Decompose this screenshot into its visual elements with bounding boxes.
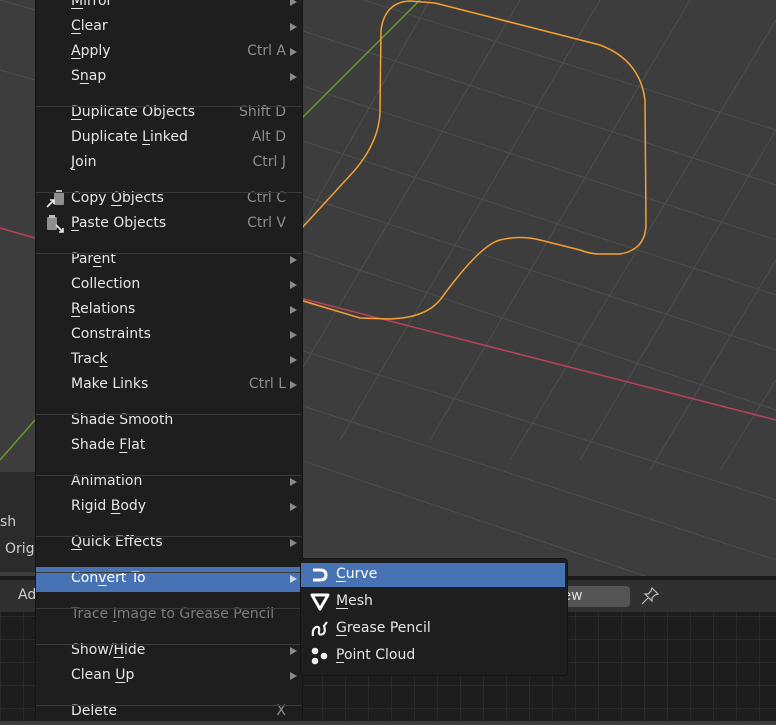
menu-item-label: Mirror xyxy=(71,0,113,9)
menu-item-label: Paste Objects xyxy=(71,215,167,231)
menu-item-quick-effects[interactable]: Quick Effects xyxy=(36,531,302,556)
submenu-arrow-icon xyxy=(290,306,297,314)
menu-item-mirror[interactable]: Mirror xyxy=(36,0,302,15)
menu-item-snap[interactable]: Snap xyxy=(36,65,302,90)
menu-item-shortcut: Ctrl J xyxy=(252,154,287,170)
menu-item-track[interactable]: Track xyxy=(36,348,302,373)
menu-item-constraints[interactable]: Constraints xyxy=(36,323,302,348)
convert-to-mesh[interactable]: Mesh xyxy=(301,590,565,614)
submenu-item-label: Curve xyxy=(336,566,378,582)
submenu-arrow-icon xyxy=(290,478,297,486)
submenu-item-label: Mesh xyxy=(336,593,373,609)
menu-item-shortcut: Alt D xyxy=(251,129,286,145)
menu-item-label: Collection xyxy=(71,276,141,292)
menu-item-label: Constraints xyxy=(71,326,151,342)
menu-separator xyxy=(36,475,302,476)
menu-item-trace-image-to-grease-pencil: Trace Image to Grease Pencil xyxy=(36,603,302,628)
submenu-arrow-icon xyxy=(290,503,297,511)
menu-item-label: Snap xyxy=(71,68,107,84)
menu-item-label: Duplicate Linked xyxy=(71,129,188,145)
convert-to-grease-pencil[interactable]: Grease Pencil xyxy=(301,617,565,641)
menu-item-copy-objects[interactable]: Copy Objects Ctrl C xyxy=(36,187,302,212)
y-axis-line-left xyxy=(0,419,36,461)
menu-separator xyxy=(36,536,302,537)
submenu-arrow-icon xyxy=(290,256,297,264)
menu-item-label: Clear xyxy=(71,18,108,34)
menu-item-shade-flat[interactable]: Shade Flat xyxy=(36,434,302,459)
menu-item-apply[interactable]: Apply Ctrl A xyxy=(36,40,302,65)
y-axis-line xyxy=(299,0,421,121)
menu-separator xyxy=(36,253,302,254)
submenu-arrow-icon xyxy=(290,381,297,389)
menu-separator xyxy=(36,608,302,609)
menu-item-label: Rigid Body xyxy=(71,498,147,514)
menu-item-duplicate-objects[interactable]: Duplicate Objects Shift D xyxy=(36,101,302,126)
menu-item-duplicate-linked[interactable]: Duplicate Linked Alt D xyxy=(36,126,302,151)
menu-separator xyxy=(36,192,302,193)
submenu-arrow-icon xyxy=(290,281,297,289)
submenu-arrow-icon xyxy=(290,73,297,81)
paste-icon xyxy=(45,214,67,234)
menu-item-show-hide[interactable]: Show/Hide xyxy=(36,639,302,664)
menu-item-clean-up[interactable]: Clean Up xyxy=(36,664,302,689)
submenu-arrow-icon xyxy=(290,575,297,583)
submenu-arrow-icon xyxy=(290,0,297,6)
point-cloud-icon xyxy=(310,646,330,666)
menu-item-label: Join xyxy=(71,154,97,170)
submenu-item-label: Grease Pencil xyxy=(336,620,431,636)
menu-item-label: Shade Flat xyxy=(71,437,146,453)
menu-separator xyxy=(36,414,302,415)
menu-item-label: Make Links xyxy=(71,376,149,392)
x-axis-line xyxy=(299,297,776,421)
menu-item-shortcut: Ctrl V xyxy=(247,215,286,231)
menu-item-shade-smooth[interactable]: Shade Smooth xyxy=(36,409,302,434)
curve-icon xyxy=(310,565,330,585)
menu-item-label: Relations xyxy=(71,301,136,317)
menu-item-convert-to[interactable]: Convert To xyxy=(36,567,302,592)
convert-to-submenu: Curve Mesh Grease Pencil Point Cloud xyxy=(300,558,568,676)
menu-separator xyxy=(36,572,302,573)
menu-item-label: Clean Up xyxy=(71,667,135,683)
submenu-arrow-icon xyxy=(290,672,297,680)
menu-item-relations[interactable]: Relations xyxy=(36,298,302,323)
object-context-menu: Mirror Clear Apply Ctrl A Snap Duplicate Obje… xyxy=(35,0,303,721)
grease-pencil-icon xyxy=(310,619,330,639)
left-panel: sh Origi xyxy=(0,472,40,572)
selected-curve-outline[interactable] xyxy=(299,0,647,320)
menu-item-shortcut: Ctrl A xyxy=(247,43,286,59)
menu-separator xyxy=(36,644,302,645)
menu-item-rigid-body[interactable]: Rigid Body xyxy=(36,495,302,520)
menu-item-animation[interactable]: Animation xyxy=(36,470,302,495)
submenu-item-label: Point Cloud xyxy=(336,647,416,663)
menu-item-parent[interactable]: Parent xyxy=(36,248,302,273)
left-panel-row: sh xyxy=(0,514,17,530)
submenu-arrow-icon xyxy=(290,647,297,655)
submenu-arrow-icon xyxy=(290,539,297,547)
menu-item-label: Apply xyxy=(71,43,111,59)
menu-item-label: Track xyxy=(71,351,108,367)
submenu-arrow-icon xyxy=(290,23,297,31)
submenu-arrow-icon xyxy=(290,48,297,56)
menu-item-collection[interactable]: Collection xyxy=(36,273,302,298)
menu-item-paste-objects[interactable]: Paste Objects Ctrl V xyxy=(36,212,302,237)
menu-separator xyxy=(36,106,302,107)
menu-item-make-links[interactable]: Make Links Ctrl L xyxy=(36,373,302,398)
submenu-arrow-icon xyxy=(290,356,297,364)
convert-to-curve[interactable]: Curve xyxy=(301,563,565,587)
menu-separator xyxy=(36,705,302,706)
x-axis-line-left xyxy=(0,227,36,239)
mesh-icon xyxy=(310,592,330,612)
submenu-arrow-icon xyxy=(290,331,297,339)
menu-item-delete[interactable]: Delete X xyxy=(36,700,302,725)
pin-icon[interactable] xyxy=(640,586,660,606)
convert-to-point-cloud[interactable]: Point Cloud xyxy=(301,644,565,668)
menu-item-join[interactable]: Join Ctrl J xyxy=(36,151,302,176)
menu-item-clear[interactable]: Clear xyxy=(36,15,302,40)
menu-item-shortcut: Ctrl L xyxy=(248,376,286,392)
